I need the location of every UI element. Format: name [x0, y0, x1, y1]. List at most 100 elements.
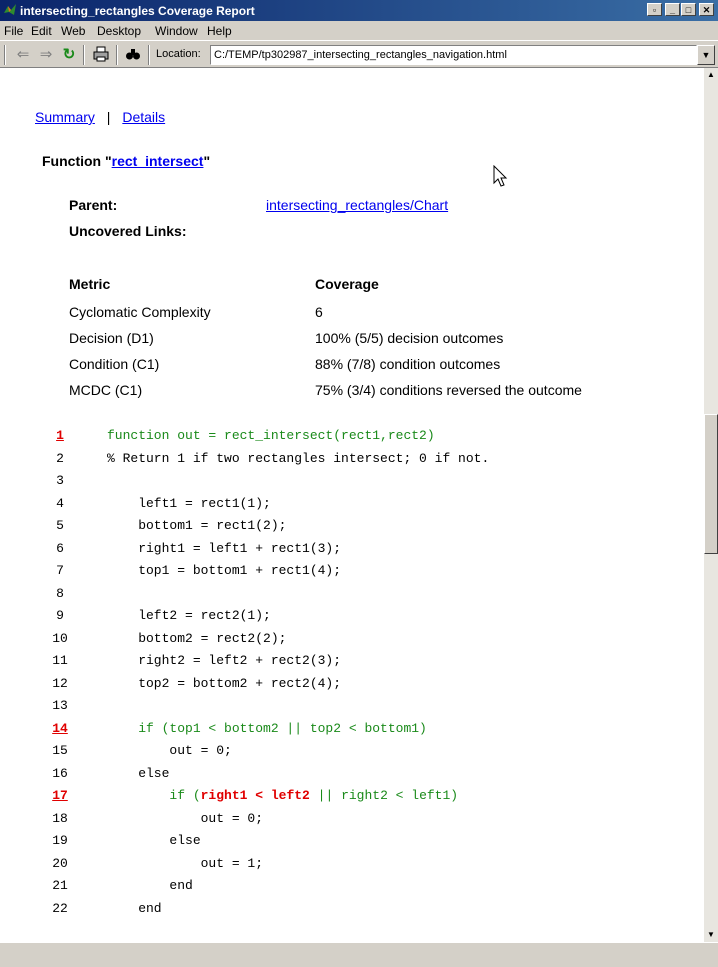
toolbar-separator	[83, 45, 85, 65]
code-text: if (top1 < bottom2 || top2 < bottom1)	[107, 720, 427, 736]
code-text: out = 0;	[107, 743, 232, 758]
metric-coverage: 100% (5/5) decision outcomes	[315, 330, 504, 346]
details-link[interactable]: Details	[122, 109, 165, 125]
code-text: else	[107, 765, 170, 781]
code-text: left1 = rect1(1);	[107, 495, 271, 511]
scroll-up-icon[interactable]: ▲	[704, 68, 718, 82]
code-text: else	[107, 833, 201, 848]
title-bar: intersecting_rectangles Coverage Report …	[0, 0, 718, 21]
chevron-down-icon[interactable]: ▼	[697, 45, 715, 65]
line-number: 10	[52, 630, 68, 646]
toolbar-separator	[116, 45, 118, 65]
code-text: bottom1 = rect1(2);	[107, 518, 287, 533]
metric-coverage: 75% (3/4) conditions reversed the outcom…	[315, 382, 582, 398]
code-fragment: if (	[107, 788, 201, 803]
line-number: 2	[56, 450, 64, 466]
metric-coverage: 6	[315, 304, 323, 320]
line-number: 12	[52, 675, 68, 691]
line-number: 8	[56, 585, 64, 601]
code-text: end	[107, 878, 193, 893]
metric-name: Decision (D1)	[69, 330, 154, 346]
metric-coverage: 88% (7/8) condition outcomes	[315, 356, 501, 372]
code-text: if (right1 < left2 || right2 < left1)	[107, 788, 458, 803]
code-text: end	[107, 900, 162, 916]
close-button[interactable]: ✕	[699, 3, 714, 16]
function-suffix: "	[203, 153, 211, 169]
find-icon[interactable]	[124, 46, 142, 64]
print-icon[interactable]	[92, 46, 110, 64]
code-text: % Return 1 if two rectangles intersect; …	[107, 450, 490, 466]
metric-name: MCDC (C1)	[69, 382, 143, 398]
menu-help[interactable]: Help	[207, 24, 232, 38]
line-number: 19	[52, 833, 68, 848]
maximize-button[interactable]: □	[681, 3, 696, 16]
scroll-thumb[interactable]	[704, 414, 718, 554]
uncovered-condition: <	[247, 788, 271, 803]
line-number: 16	[52, 765, 68, 781]
uncovered-condition: left2	[270, 788, 310, 803]
mouse-cursor-icon	[493, 165, 508, 187]
matlab-logo-icon	[4, 4, 16, 15]
line-number: 13	[52, 698, 68, 713]
code-text: left2 = rect2(1);	[107, 608, 271, 623]
line-number[interactable]: 17	[40, 788, 80, 803]
line-number: 3	[56, 473, 64, 488]
uncovered-links-label: Uncovered Links:	[69, 223, 187, 239]
window-title: intersecting_rectangles Coverage Report	[20, 4, 255, 18]
menu-bar: File Edit Web Desktop Window Help	[0, 21, 718, 40]
location-label: Location:	[156, 48, 201, 60]
back-arrow-icon[interactable]: ⇐	[14, 46, 32, 64]
line-number: 22	[52, 900, 68, 916]
code-text: function out = rect_intersect(rect1,rect…	[107, 428, 435, 443]
restore-icon[interactable]: ▫	[647, 3, 662, 16]
metric-name: Condition (C1)	[69, 356, 160, 372]
line-number: 20	[52, 855, 68, 871]
toolbar-grip	[4, 45, 6, 65]
code-text: right1 = left1 + rect1(3);	[107, 540, 342, 556]
function-link[interactable]: rect_intersect	[112, 153, 204, 169]
line-number: 6	[56, 540, 64, 556]
menu-web[interactable]: Web	[61, 24, 85, 38]
vertical-scrollbar[interactable]: ▲ ▼	[704, 68, 718, 942]
code-text: out = 1;	[107, 855, 264, 871]
code-fragment: || right2 < left1)	[309, 788, 459, 803]
metric-name: Cyclomatic Complexity	[69, 304, 211, 320]
scroll-down-icon[interactable]: ▼	[704, 928, 718, 942]
coverage-header: Coverage	[315, 276, 379, 292]
code-text: top1 = bottom1 + rect1(4);	[107, 563, 342, 578]
report-content: Summary | Details Function "rect_interse…	[0, 68, 704, 942]
code-text: out = 0;	[107, 810, 264, 826]
summary-link[interactable]: Summary	[35, 109, 95, 125]
function-heading: Function "rect_intersect"	[42, 153, 210, 169]
status-bar	[0, 942, 718, 967]
line-number: 18	[52, 810, 68, 826]
line-number: 4	[56, 495, 64, 511]
toolbar: ⇐ ⇒ ↻ Location: C:/TEMP/tp302987_interse…	[0, 40, 718, 68]
line-number[interactable]: 1	[40, 428, 80, 443]
forward-arrow-icon[interactable]: ⇒	[37, 46, 55, 64]
line-number: 15	[52, 743, 68, 758]
line-number: 21	[52, 878, 68, 893]
location-input[interactable]: C:/TEMP/tp302987_intersecting_rectangles…	[210, 45, 697, 65]
menu-edit[interactable]: Edit	[31, 24, 52, 38]
code-text: right2 = left2 + rect2(3);	[107, 653, 342, 668]
refresh-icon[interactable]: ↻	[60, 46, 78, 64]
function-prefix: Function "	[42, 153, 112, 169]
parent-label: Parent:	[69, 197, 118, 213]
parent-link[interactable]: intersecting_rectangles/Chart	[266, 197, 448, 213]
menu-desktop[interactable]: Desktop	[97, 24, 141, 38]
code-text: bottom2 = rect2(2);	[107, 630, 287, 646]
uncovered-condition: right1	[200, 788, 248, 803]
menu-window[interactable]: Window	[155, 24, 198, 38]
nav-separator: |	[106, 109, 111, 125]
toolbar-separator	[148, 45, 150, 65]
metric-header: Metric	[69, 276, 111, 292]
line-number: 11	[52, 653, 68, 668]
line-number: 9	[56, 608, 64, 623]
minimize-button[interactable]: _	[665, 3, 680, 16]
line-number: 7	[56, 563, 64, 578]
code-text: top2 = bottom2 + rect2(4);	[107, 675, 342, 691]
line-number[interactable]: 14	[40, 721, 80, 736]
line-number: 5	[56, 518, 64, 533]
menu-file[interactable]: File	[4, 24, 23, 38]
